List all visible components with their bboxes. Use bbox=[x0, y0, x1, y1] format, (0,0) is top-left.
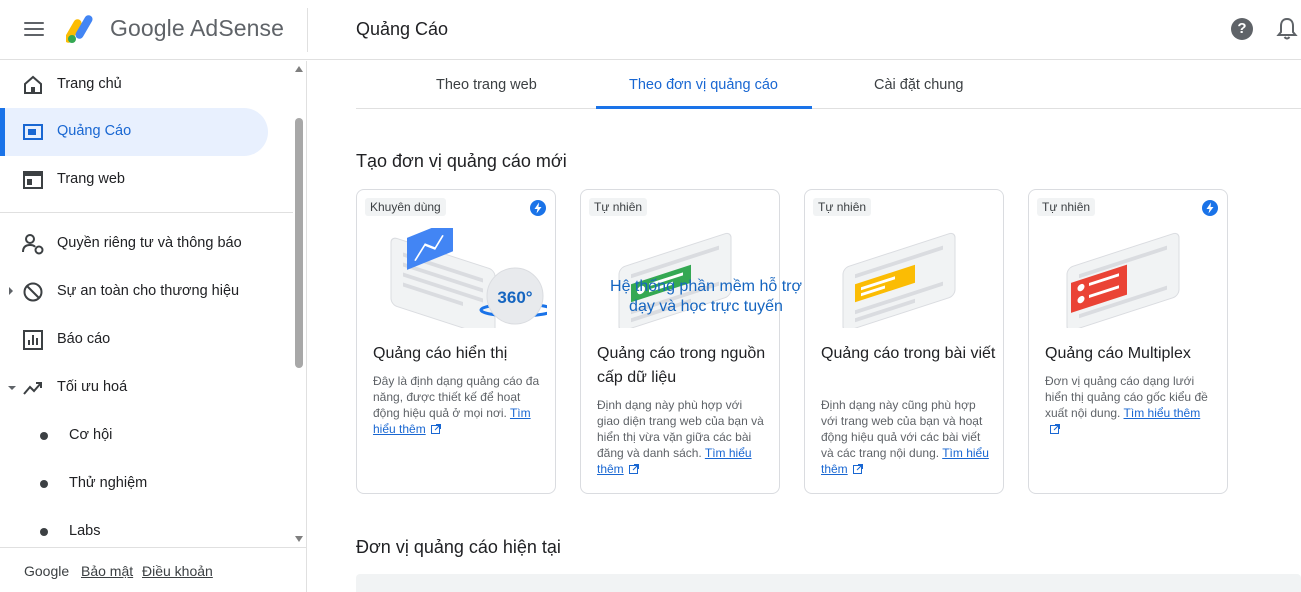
sidebar-item-label: Thử nghiệm bbox=[69, 475, 148, 491]
sidebar-item-label: Tối ưu hoá bbox=[57, 379, 128, 395]
lightning-bolt-icon bbox=[530, 200, 546, 216]
card-description: Đơn vị quảng cáo dạng lưới hiển thị quản… bbox=[1045, 373, 1215, 437]
card-in-feed-ads[interactable]: Tự nhiên Quảng cáo trong nguồn cấp dữ li… bbox=[580, 189, 780, 494]
watermark-line: dạy và học trực tuyến bbox=[629, 298, 783, 315]
sidebar-item-reports[interactable]: Báo cáo bbox=[0, 316, 268, 364]
sidebar-item-opportunities[interactable]: Cơ hội bbox=[0, 412, 268, 460]
badge-native: Tự nhiên bbox=[813, 198, 872, 216]
watermark-line: Hệ thống phần mềm hỗ trợ bbox=[610, 278, 802, 295]
card-title: Quảng cáo hiển thị bbox=[373, 345, 508, 362]
sidebar-item-experiments[interactable]: Thử nghiệm bbox=[0, 460, 268, 508]
in-article-ad-illustration bbox=[842, 232, 956, 328]
sidebar-item-label: Trang web bbox=[57, 171, 125, 187]
tab-by-site[interactable]: Theo trang web bbox=[436, 77, 537, 93]
active-indicator bbox=[0, 108, 5, 156]
section-title-create: Tạo đơn vị quảng cáo mới bbox=[356, 151, 567, 171]
card-title: Quảng cáo trong bài viết bbox=[821, 345, 996, 362]
sidebar: Trang chủ Quảng Cáo Trang web Quyền riên… bbox=[0, 61, 307, 592]
lightning-bolt-icon bbox=[1202, 200, 1218, 216]
web-icon bbox=[23, 171, 43, 189]
sidebar-item-ads[interactable]: Quảng Cáo bbox=[0, 108, 268, 156]
card-description: Định dạng này phù hợp với giao diện tran… bbox=[597, 397, 767, 477]
scroll-down-arrow-icon[interactable] bbox=[295, 536, 303, 542]
sidebar-item-label: Sự an toàn cho thương hiệu bbox=[57, 283, 240, 299]
help-icon[interactable]: ? bbox=[1231, 18, 1253, 40]
main-content: Theo trang web Theo đơn vị quảng cáo Cài… bbox=[308, 61, 1301, 592]
sidebar-item-brand-safety[interactable]: Sự an toàn cho thương hiệu bbox=[0, 268, 268, 316]
badge-native: Tự nhiên bbox=[1037, 198, 1096, 216]
sidebar-item-label: Báo cáo bbox=[57, 331, 111, 347]
sidebar-divider bbox=[0, 212, 293, 213]
sidebar-item-privacy-messaging[interactable]: Quyền riêng tư và thông báo bbox=[0, 220, 268, 268]
tab-by-ad-unit[interactable]: Theo đơn vị quảng cáo bbox=[629, 77, 778, 93]
top-app-bar: Google AdSense Quảng Cáo ? bbox=[0, 0, 1301, 60]
page-title: Quảng Cáo bbox=[356, 19, 449, 39]
card-title: Quảng cáo trong nguồn cấp dữ liệu bbox=[597, 345, 766, 386]
scrollbar-thumb[interactable] bbox=[295, 118, 303, 368]
learn-more-link[interactable]: Tìm hiểu thêm bbox=[1124, 406, 1201, 420]
tab-global-settings[interactable]: Cài đặt chung bbox=[874, 77, 963, 93]
sidebar-item-label: Trang chủ bbox=[57, 76, 122, 92]
footer-privacy-link[interactable]: Bảo mật bbox=[81, 563, 133, 579]
sidebar-item-home[interactable]: Trang chủ bbox=[0, 61, 268, 109]
tab-bar: Theo trang web Theo đơn vị quảng cáo Cài… bbox=[356, 61, 1301, 109]
expand-caret-icon[interactable] bbox=[9, 287, 13, 295]
adsense-logo-icon bbox=[66, 15, 93, 43]
external-link-icon[interactable] bbox=[628, 464, 639, 474]
bullet-icon bbox=[40, 480, 48, 488]
card-in-article-ads[interactable]: Tự nhiên Quảng cáo trong bài viết Định d… bbox=[804, 189, 1004, 494]
hamburger-menu-icon[interactable] bbox=[22, 18, 46, 42]
bullet-icon bbox=[40, 432, 48, 440]
sidebar-footer: Google Bảo mật Điều khoản bbox=[0, 547, 306, 592]
sidebar-item-sites[interactable]: Trang web bbox=[0, 156, 268, 204]
sidebar-item-label: Labs bbox=[69, 523, 101, 539]
sidebar-item-label: Quảng Cáo bbox=[57, 123, 132, 139]
multiplex-ad-illustration bbox=[1066, 232, 1180, 328]
ads-icon bbox=[23, 124, 43, 140]
topbar-divider bbox=[307, 8, 308, 52]
badge-recommended: Khuyên dùng bbox=[365, 198, 446, 216]
sidebar-scrollbar[interactable] bbox=[293, 61, 306, 547]
block-icon bbox=[23, 282, 43, 302]
badge-360-text: 360° bbox=[497, 288, 532, 307]
report-icon bbox=[23, 330, 43, 350]
brand-name[interactable]: Google AdSense bbox=[110, 15, 284, 42]
sidebar-item-optimization[interactable]: Tối ưu hoá bbox=[0, 364, 268, 412]
ad-units-table-header bbox=[356, 574, 1301, 592]
footer-google: Google bbox=[24, 563, 70, 579]
bullet-icon bbox=[40, 528, 48, 536]
card-title: Quảng cáo Multiplex bbox=[1045, 345, 1191, 362]
external-link-icon[interactable] bbox=[1050, 424, 1060, 434]
notifications-bell-icon[interactable] bbox=[1276, 17, 1298, 41]
footer-terms-link[interactable]: Điều khoản bbox=[142, 563, 213, 579]
card-multiplex-ads[interactable]: Tự nhiên Quảng cáo Multiplex Đơn vị quản… bbox=[1028, 189, 1228, 494]
section-title-current: Đơn vị quảng cáo hiện tại bbox=[356, 537, 561, 557]
card-description: Đây là định dạng quảng cáo đa năng, được… bbox=[373, 373, 543, 437]
collapse-caret-icon[interactable] bbox=[8, 386, 16, 390]
card-display-ads[interactable]: Khuyên dùng 360° Quảng cáo hiển thị Đây … bbox=[356, 189, 556, 494]
external-link-icon[interactable] bbox=[852, 464, 863, 474]
badge-native: Tự nhiên bbox=[589, 198, 648, 216]
trending-up-icon bbox=[23, 382, 42, 395]
sidebar-item-label: Cơ hội bbox=[69, 427, 113, 443]
privacy-icon bbox=[22, 234, 44, 255]
active-tab-indicator bbox=[596, 106, 812, 109]
display-ad-illustration: 360° bbox=[390, 228, 547, 328]
home-icon bbox=[24, 75, 42, 94]
card-description: Định dạng này cũng phù hợp với trang web… bbox=[821, 397, 991, 477]
scroll-up-arrow-icon[interactable] bbox=[295, 66, 303, 72]
watermark-overlay: Hệ thống phần mềm hỗ trợ dạy và học trực… bbox=[586, 277, 826, 317]
external-link-icon[interactable] bbox=[430, 424, 441, 434]
sidebar-item-label: Quyền riêng tư và thông báo bbox=[57, 235, 242, 251]
